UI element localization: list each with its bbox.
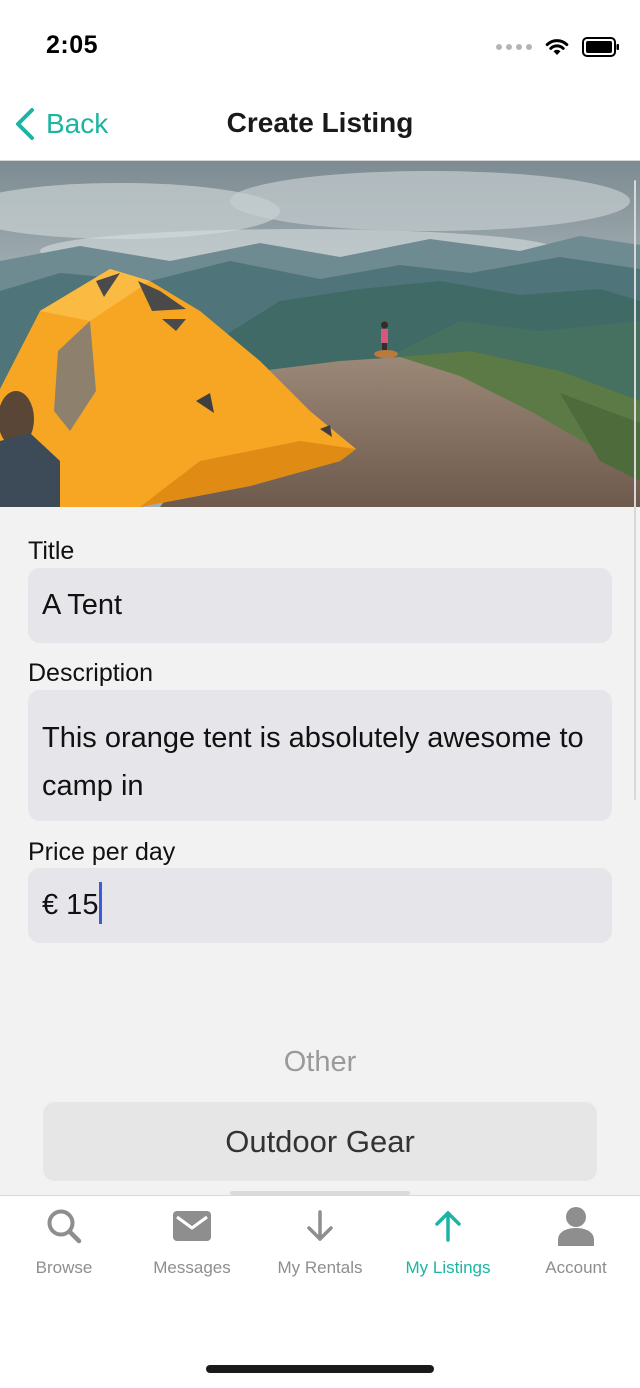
tab-my-listings[interactable]: My Listings bbox=[384, 1196, 512, 1291]
title-label: Title bbox=[28, 537, 75, 565]
text-caret bbox=[99, 882, 103, 925]
tab-account[interactable]: Account bbox=[512, 1196, 640, 1291]
arrow-down-icon bbox=[307, 1210, 333, 1241]
tab-messages-label: Messages bbox=[153, 1258, 231, 1277]
category-option-next[interactable] bbox=[0, 1187, 640, 1195]
create-listing-screen: 2:05 Back Create Listing Title A Tent De… bbox=[0, 0, 640, 1388]
price-label: Price per day bbox=[28, 838, 176, 866]
scroll-indicator[interactable] bbox=[634, 180, 636, 800]
status-bar: 2:05 bbox=[0, 0, 640, 90]
description-input[interactable]: This orange tent is absolutely awesome t… bbox=[28, 690, 612, 821]
status-time: 2:05 bbox=[46, 31, 99, 59]
envelope-icon bbox=[173, 1211, 211, 1241]
arrow-up-icon bbox=[435, 1211, 461, 1242]
back-button[interactable]: Back bbox=[14, 104, 108, 144]
navigation-bar: Back Create Listing bbox=[0, 90, 640, 161]
tab-bar: Browse Messages My Rentals My Listings A… bbox=[0, 1195, 640, 1388]
tab-account-label: Account bbox=[545, 1258, 607, 1277]
price-input[interactable]: € 15 bbox=[28, 868, 612, 943]
description-label: Description bbox=[28, 659, 154, 687]
category-option-selected[interactable]: Outdoor Gear bbox=[43, 1102, 597, 1181]
tab-browse-label: Browse bbox=[35, 1258, 93, 1277]
search-icon bbox=[47, 1209, 82, 1244]
person-icon bbox=[558, 1207, 594, 1246]
price-value: € 15 bbox=[42, 889, 99, 921]
tab-my-rentals[interactable]: My Rentals bbox=[256, 1196, 384, 1291]
status-icons bbox=[496, 34, 620, 60]
title-input[interactable]: A Tent bbox=[28, 568, 612, 643]
listing-photo[interactable] bbox=[0, 161, 640, 507]
tent-landscape-image bbox=[0, 161, 640, 507]
home-indicator[interactable] bbox=[206, 1365, 434, 1373]
chevron-left-icon bbox=[16, 108, 34, 140]
tab-my-rentals-label: My Rentals bbox=[277, 1258, 363, 1277]
tab-my-listings-label: My Listings bbox=[405, 1258, 491, 1277]
category-option-other[interactable]: Other bbox=[0, 1046, 640, 1079]
back-label: Back bbox=[46, 108, 109, 139]
battery-icon bbox=[582, 37, 619, 57]
tab-browse[interactable]: Browse bbox=[0, 1196, 128, 1291]
tab-messages[interactable]: Messages bbox=[128, 1196, 256, 1291]
wifi-icon bbox=[545, 39, 569, 55]
cellular-signal-icon bbox=[496, 44, 532, 50]
